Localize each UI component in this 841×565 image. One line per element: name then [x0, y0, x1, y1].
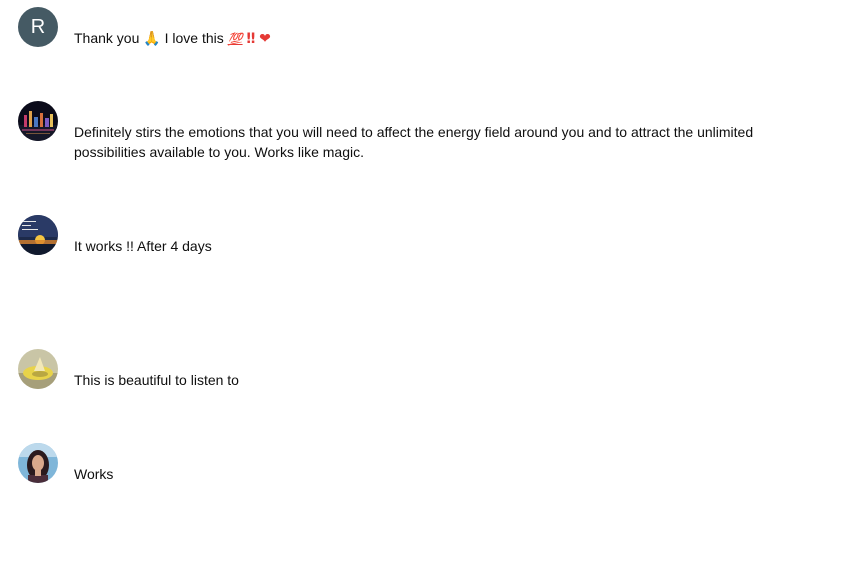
comment-text: Definitely stirs the emotions that you w… [74, 124, 754, 160]
comment-text-part: I love this [160, 30, 228, 46]
avatar-letter: R [30, 16, 46, 38]
comment-text-part: Thank you [74, 30, 144, 46]
comment-text: This is beautiful to listen to [74, 372, 239, 388]
portrait-avatar[interactable] [18, 443, 58, 483]
comment-text: Thank you 🙏 I love this 💯 ‼ ❤ [74, 28, 774, 49]
hundred-points-icon: 💯 [227, 32, 243, 46]
double-exclamation-icon: ‼ [246, 31, 256, 47]
heart-icon: ❤ [259, 31, 271, 47]
sunset-avatar[interactable] [18, 215, 58, 255]
comment-text: Works [74, 466, 114, 482]
yellow-object-avatar[interactable] [18, 349, 58, 389]
avatar[interactable]: R [18, 7, 58, 47]
comments-list: R Thank you 🙏 I love this 💯 ‼ ❤ Definite… [0, 0, 841, 565]
comment-text: It works !! After 4 days [74, 238, 212, 254]
folded-hands-icon: 🙏 [143, 31, 161, 47]
night-city-avatar[interactable] [18, 101, 58, 141]
